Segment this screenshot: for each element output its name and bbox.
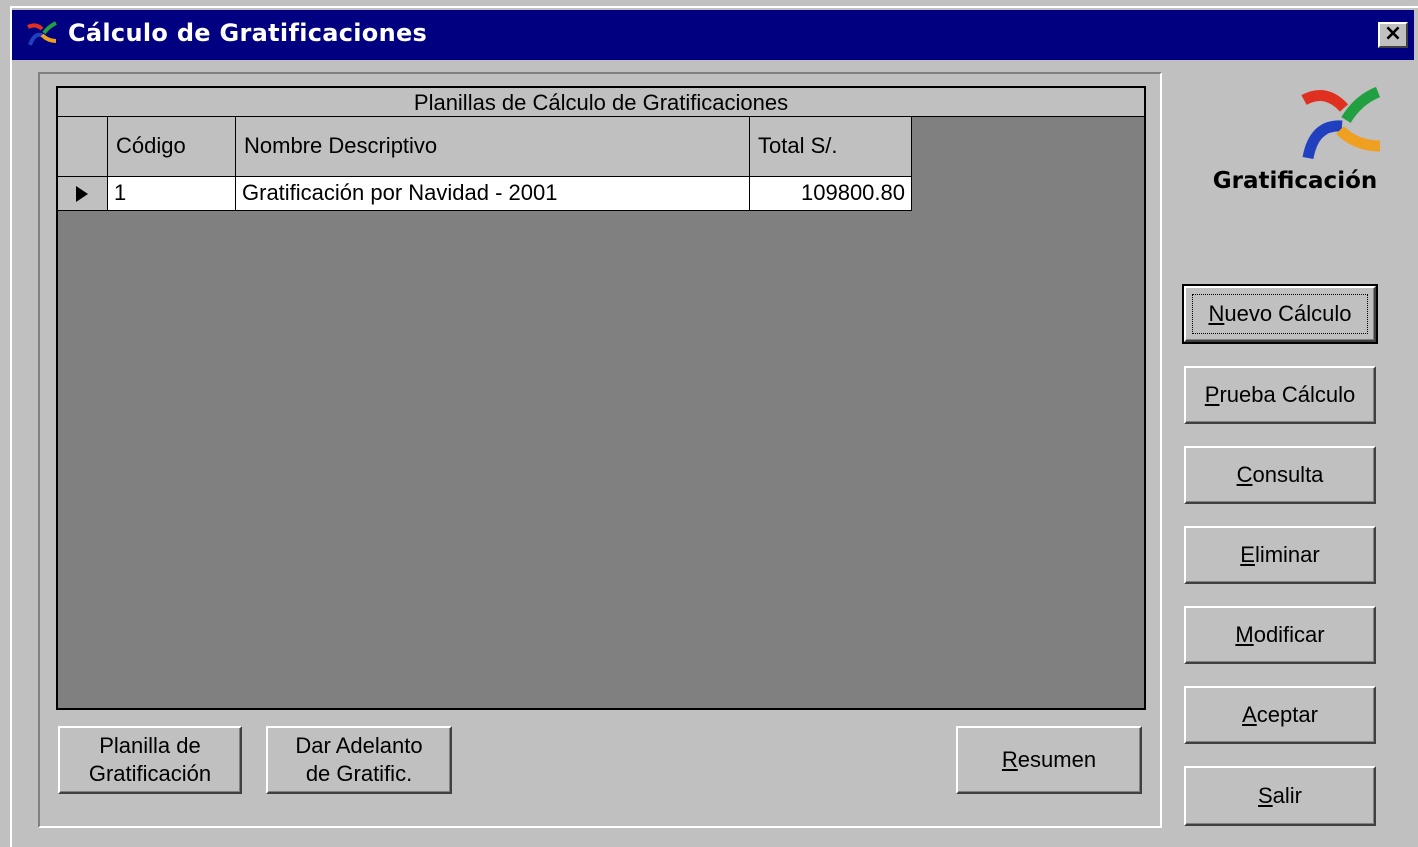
close-button[interactable]: × [1378, 22, 1408, 48]
label-text: ceptar [1256, 702, 1318, 727]
consulta-label: Consulta [1237, 461, 1324, 489]
label-text: rueba Cálculo [1219, 382, 1356, 407]
close-icon: × [1383, 21, 1403, 46]
aceptar-button[interactable]: Aceptar [1184, 686, 1376, 744]
label-text: odificar [1253, 622, 1325, 647]
mnemonic: S [1257, 783, 1273, 808]
salir-button[interactable]: Salir [1184, 766, 1376, 826]
grid-caption: Planillas de Cálculo de Gratificaciones [58, 88, 1144, 117]
mnemonic: R [1001, 747, 1018, 772]
mnemonic: C [1236, 462, 1253, 487]
adelanto-line1: Dar Adelanto [295, 733, 423, 758]
prueba-calculo-label: Prueba Cálculo [1205, 381, 1355, 409]
window-title: Cálculo de Gratificaciones [68, 19, 428, 47]
mnemonic: P [1204, 382, 1220, 407]
consulta-button[interactable]: Consulta [1184, 446, 1376, 504]
column-header-nombre[interactable]: Nombre Descriptivo [236, 117, 750, 177]
resumen-label: Resumen [1002, 746, 1096, 774]
row-selector[interactable] [58, 177, 108, 211]
focus-rect [1192, 294, 1368, 334]
modificar-label: Modificar [1235, 621, 1324, 649]
nuevo-calculo-button[interactable]: Nuevo Cálculo [1182, 284, 1378, 344]
gratificacion-logo-icon [1301, 86, 1381, 160]
cell-codigo[interactable]: 1 [108, 177, 236, 211]
mnemonic: M [1235, 622, 1254, 647]
cell-nombre[interactable]: Gratificación por Navidad - 2001 [236, 177, 750, 211]
salir-label: Salir [1258, 782, 1302, 810]
planilla-line1: Planilla de [99, 733, 201, 758]
dar-adelanto-button[interactable]: Dar Adelanto de Gratific. [266, 726, 452, 794]
title-bar[interactable]: Cálculo de Gratificaciones × [12, 10, 1414, 60]
planilla-line2: Gratificación [88, 761, 212, 786]
label-text: onsulta [1252, 462, 1324, 487]
modificar-button[interactable]: Modificar [1184, 606, 1376, 664]
label-text: liminar [1254, 542, 1320, 567]
label-text: alir [1272, 783, 1303, 808]
mnemonic: A [1242, 702, 1257, 727]
column-header-total[interactable]: Total S/. [750, 117, 912, 177]
column-header-codigo[interactable]: Código [108, 117, 236, 177]
planillas-grid[interactable]: Planillas de Cálculo de Gratificaciones … [56, 86, 1146, 710]
cell-total[interactable]: 109800.80 [750, 177, 912, 211]
grid-indicator-header [58, 117, 108, 177]
adelanto-line2: de Gratific. [305, 761, 413, 786]
app-icon [27, 21, 57, 46]
planilla-gratificacion-button[interactable]: Planilla de Gratificación [58, 726, 242, 794]
eliminar-button[interactable]: Eliminar [1184, 526, 1376, 584]
brand-label: Gratificación [1212, 168, 1378, 194]
mnemonic: E [1240, 542, 1255, 567]
resumen-button[interactable]: Resumen [956, 726, 1142, 794]
prueba-calculo-button[interactable]: Prueba Cálculo [1184, 366, 1376, 424]
current-row-arrow-icon [76, 186, 88, 202]
eliminar-label: Eliminar [1240, 541, 1319, 569]
label-text: esumen [1017, 747, 1097, 772]
aceptar-label: Aceptar [1242, 701, 1318, 729]
